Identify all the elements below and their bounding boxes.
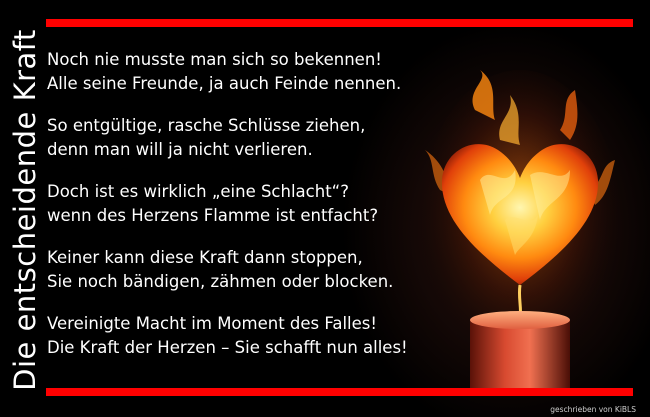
poem-line: Keiner kann diese Kraft dann stoppen, bbox=[47, 248, 363, 267]
poem-line: Noch nie musste man sich so bekennen! bbox=[47, 50, 382, 69]
poem: Noch nie musste man sich so bekennen! Al… bbox=[47, 48, 467, 378]
poem-line: denn man will ja nicht verlieren. bbox=[47, 140, 313, 159]
stanza-3: Doch ist es wirklich „eine Schlacht“? we… bbox=[47, 180, 467, 228]
flaming-heart-candle-illustration bbox=[420, 70, 620, 390]
poem-card: Die entscheidende Kraft Noch nie musste … bbox=[0, 0, 650, 417]
vertical-title-container: Die entscheidende Kraft bbox=[5, 10, 45, 410]
author-credit: geschrieben von KiBLS bbox=[550, 405, 636, 414]
poem-line: wenn des Herzens Flamme ist entfacht? bbox=[47, 206, 379, 225]
stanza-4: Keiner kann diese Kraft dann stoppen, Si… bbox=[47, 246, 467, 294]
stanza-5: Vereinigte Macht im Moment des Falles! D… bbox=[47, 312, 467, 360]
poem-line: Sie noch bändigen, zähmen oder blocken. bbox=[47, 272, 394, 291]
page-title: Die entscheidende Kraft bbox=[8, 29, 43, 391]
top-red-bar bbox=[46, 19, 633, 27]
bottom-red-bar bbox=[46, 388, 633, 396]
poem-line: So entgültige, rasche Schlüsse ziehen, bbox=[47, 116, 366, 135]
candle-top bbox=[470, 311, 570, 329]
poem-line: Die Kraft der Herzen – Sie schafft nun a… bbox=[47, 338, 408, 357]
stanza-1: Noch nie musste man sich so bekennen! Al… bbox=[47, 48, 467, 96]
stanza-2: So entgültige, rasche Schlüsse ziehen, d… bbox=[47, 114, 467, 162]
poem-line: Vereinigte Macht im Moment des Falles! bbox=[47, 314, 377, 333]
poem-line: Alle seine Freunde, ja auch Feinde nenne… bbox=[47, 74, 402, 93]
poem-line: Doch ist es wirklich „eine Schlacht“? bbox=[47, 182, 349, 201]
candle-icon bbox=[470, 320, 570, 390]
